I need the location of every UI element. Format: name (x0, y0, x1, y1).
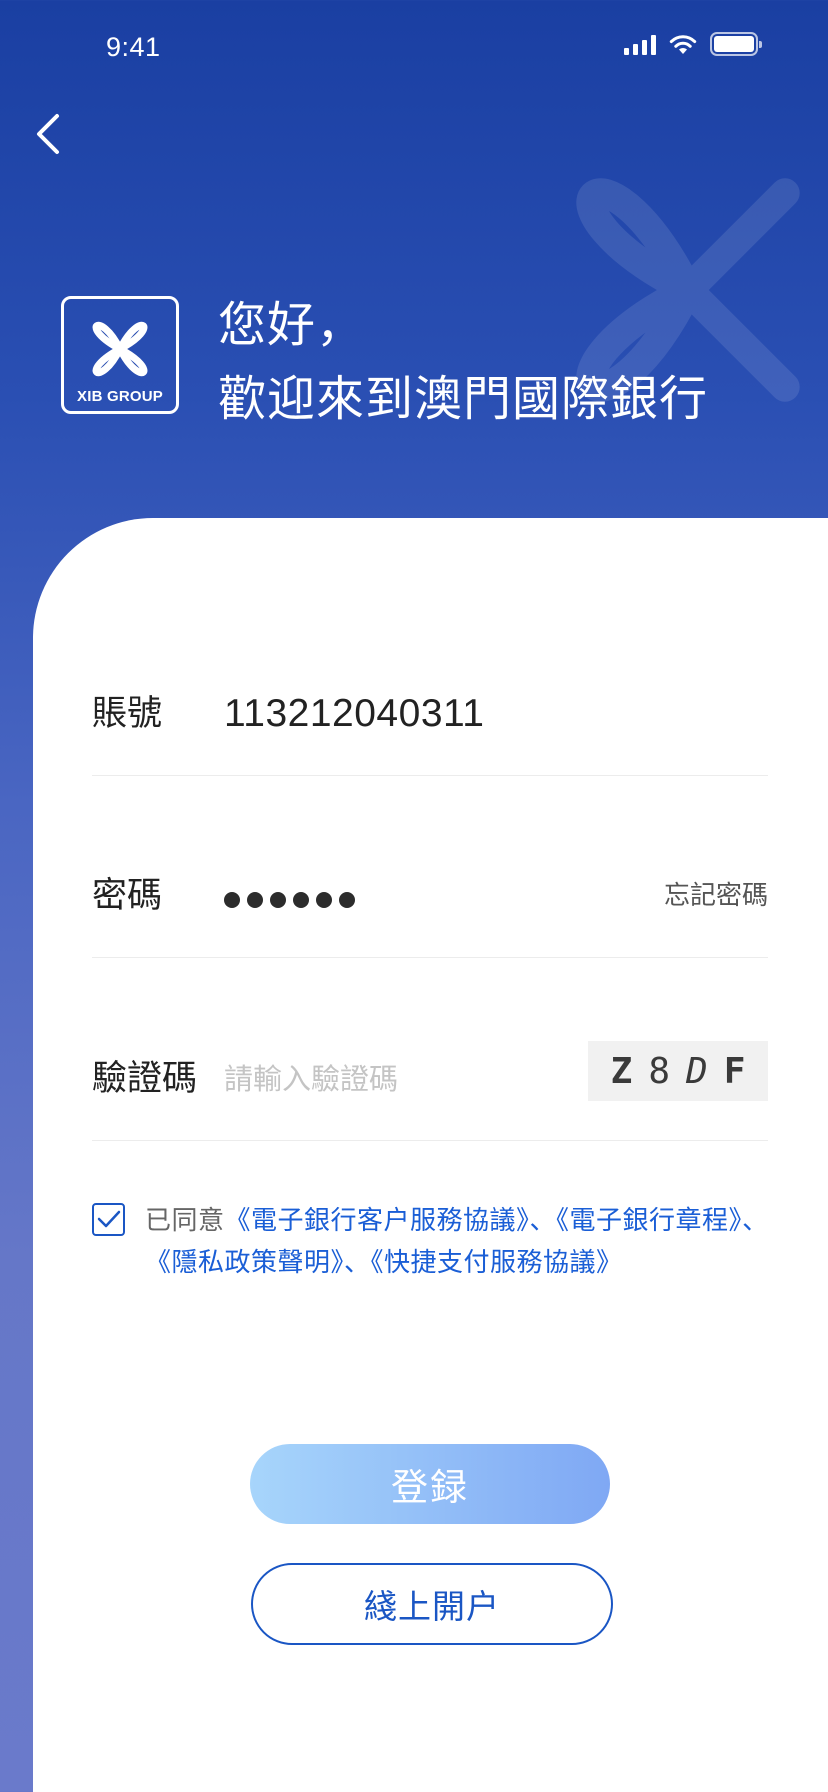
password-label: 密碼 (92, 876, 163, 916)
account-value[interactable]: 113212040311 (224, 684, 485, 744)
captcha-char: F (723, 1050, 746, 1092)
battery-icon (710, 32, 762, 56)
password-field[interactable]: 密碼 忘記密碼 (92, 866, 768, 958)
back-button[interactable] (26, 106, 76, 162)
chevron-left-icon (37, 114, 59, 154)
ebanking-charter-link[interactable]: 《電子銀行章程》 (556, 1206, 742, 1236)
agreement-prefix: 已同意 (145, 1206, 225, 1236)
open-account-button[interactable]: 綫上開户 (251, 1563, 613, 1645)
service-agreement-link[interactable]: 《電子銀行客户服務協議》 (225, 1206, 530, 1236)
quick-pay-agreement-link[interactable]: 《快捷支付服務協議》 (371, 1248, 623, 1278)
logo-text: XIB GROUP (77, 388, 163, 405)
xib-logo: XIB GROUP (61, 296, 179, 414)
captcha-char: 8 (648, 1050, 670, 1092)
agreement-separator: 、 (742, 1206, 769, 1236)
status-time: 9:41 (106, 32, 161, 62)
status-icons (624, 32, 762, 56)
account-field[interactable]: 賬號 113212040311 (92, 684, 768, 776)
checkmark-icon (97, 1210, 121, 1228)
privacy-policy-link[interactable]: 《隱私政策聲明》 (145, 1248, 344, 1278)
forgot-password-link[interactable]: 忘記密碼 (664, 866, 768, 926)
captcha-label: 驗證碼 (92, 1059, 198, 1099)
captcha-image[interactable]: Z 8 D F (588, 1041, 768, 1101)
agreement-separator: 、 (529, 1206, 557, 1236)
greeting-line-1: 您好， (218, 297, 366, 353)
signal-icon (624, 33, 656, 55)
captcha-field[interactable]: 驗證碼 Z 8 D F (92, 1041, 768, 1141)
captcha-char: D (686, 1050, 708, 1092)
captcha-char: Z (610, 1050, 633, 1092)
agreement-separator: 、 (344, 1248, 371, 1278)
welcome-heading: 您好， 歡迎來到澳門國際銀行 (218, 288, 708, 436)
account-label: 賬號 (92, 694, 163, 734)
agreement-checkbox[interactable] (92, 1203, 125, 1236)
status-bar: 9:41 (0, 0, 828, 96)
login-button[interactable]: 登録 (250, 1444, 610, 1524)
password-mask[interactable] (224, 892, 355, 908)
agreement-text: 已同意《電子銀行客户服務協議》、《電子銀行章程》、《隱私政策聲明》、《快捷支付服… (145, 1200, 775, 1284)
captcha-input[interactable] (224, 1057, 564, 1101)
wifi-icon (669, 35, 697, 54)
greeting-line-2: 歡迎來到澳門國際銀行 (218, 371, 709, 427)
